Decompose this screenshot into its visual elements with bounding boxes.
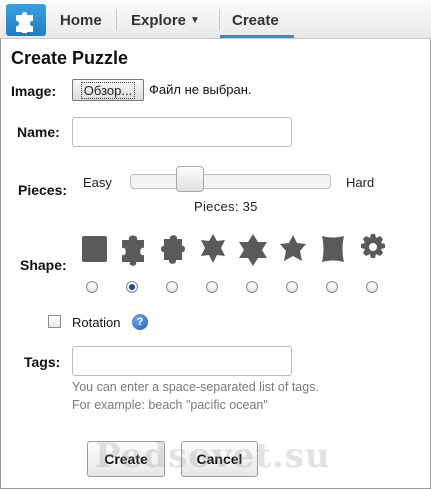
help-icon[interactable]: ? [132, 314, 148, 330]
tags-hint: You can enter a space-separated list of … [72, 380, 319, 394]
pieces-slider-handle[interactable] [176, 166, 205, 192]
tags-input[interactable] [72, 346, 292, 376]
nav-divider [219, 10, 220, 30]
rotation-checkbox[interactable] [48, 315, 61, 328]
nav-divider [116, 10, 117, 30]
nav-home[interactable]: Home [60, 0, 102, 38]
shape-radio-curved-square[interactable] [326, 281, 338, 293]
puzzle-logo-icon[interactable] [6, 4, 46, 36]
image-label: Image: [11, 83, 57, 99]
tags-example: For example: beach "pacific ocean" [72, 398, 268, 412]
page-title: Create Puzzle [11, 48, 129, 68]
name-label: Name: [17, 124, 60, 140]
rounded-jigsaw-shape-icon[interactable] [158, 232, 188, 266]
curved-square-shape-icon[interactable] [318, 232, 348, 266]
nav-create[interactable]: Create [232, 0, 279, 38]
top-nav: Home Explore ▼ Create [0, 0, 431, 39]
shape-radio-hexagram[interactable] [246, 281, 258, 293]
square-shape-icon[interactable] [80, 232, 110, 266]
browse-file-button[interactable]: Обзор... [72, 79, 144, 101]
shape-label: Shape: [20, 257, 67, 273]
create-button[interactable]: Create [87, 441, 165, 477]
hexagram-shape-icon[interactable] [238, 232, 268, 266]
chevron-down-icon: ▼ [190, 15, 200, 26]
rotation-label: Rotation [72, 315, 121, 330]
hard-label: Hard [346, 175, 375, 190]
five-point-star-shape-icon[interactable] [278, 232, 308, 266]
shape-radio-rounded-jigsaw[interactable] [166, 281, 178, 293]
gear-shape-icon[interactable] [358, 232, 388, 266]
easy-label: Easy [83, 175, 112, 190]
nav-explore-label: Explore [131, 12, 187, 29]
pieces-count: Pieces: 35 [194, 199, 258, 214]
pieces-label: Pieces: [18, 182, 68, 198]
name-input[interactable] [72, 117, 292, 147]
jigsaw-shape-icon[interactable] [118, 232, 148, 266]
shape-radio-gear[interactable] [366, 281, 378, 293]
shape-radio-star[interactable] [206, 281, 218, 293]
cancel-button[interactable]: Cancel [181, 441, 258, 477]
shape-radio-five-point-star[interactable] [286, 281, 298, 293]
tags-label: Tags: [24, 354, 61, 370]
shape-radio-square[interactable] [86, 281, 98, 293]
star-shape-icon[interactable] [198, 232, 228, 266]
file-status: Файл не выбран. [149, 82, 252, 97]
shape-radio-jigsaw[interactable] [126, 281, 138, 293]
active-tab-indicator [220, 35, 294, 38]
browse-button-label: Обзор... [80, 81, 136, 99]
pieces-slider[interactable] [130, 174, 331, 189]
nav-explore[interactable]: Explore ▼ [131, 0, 200, 38]
